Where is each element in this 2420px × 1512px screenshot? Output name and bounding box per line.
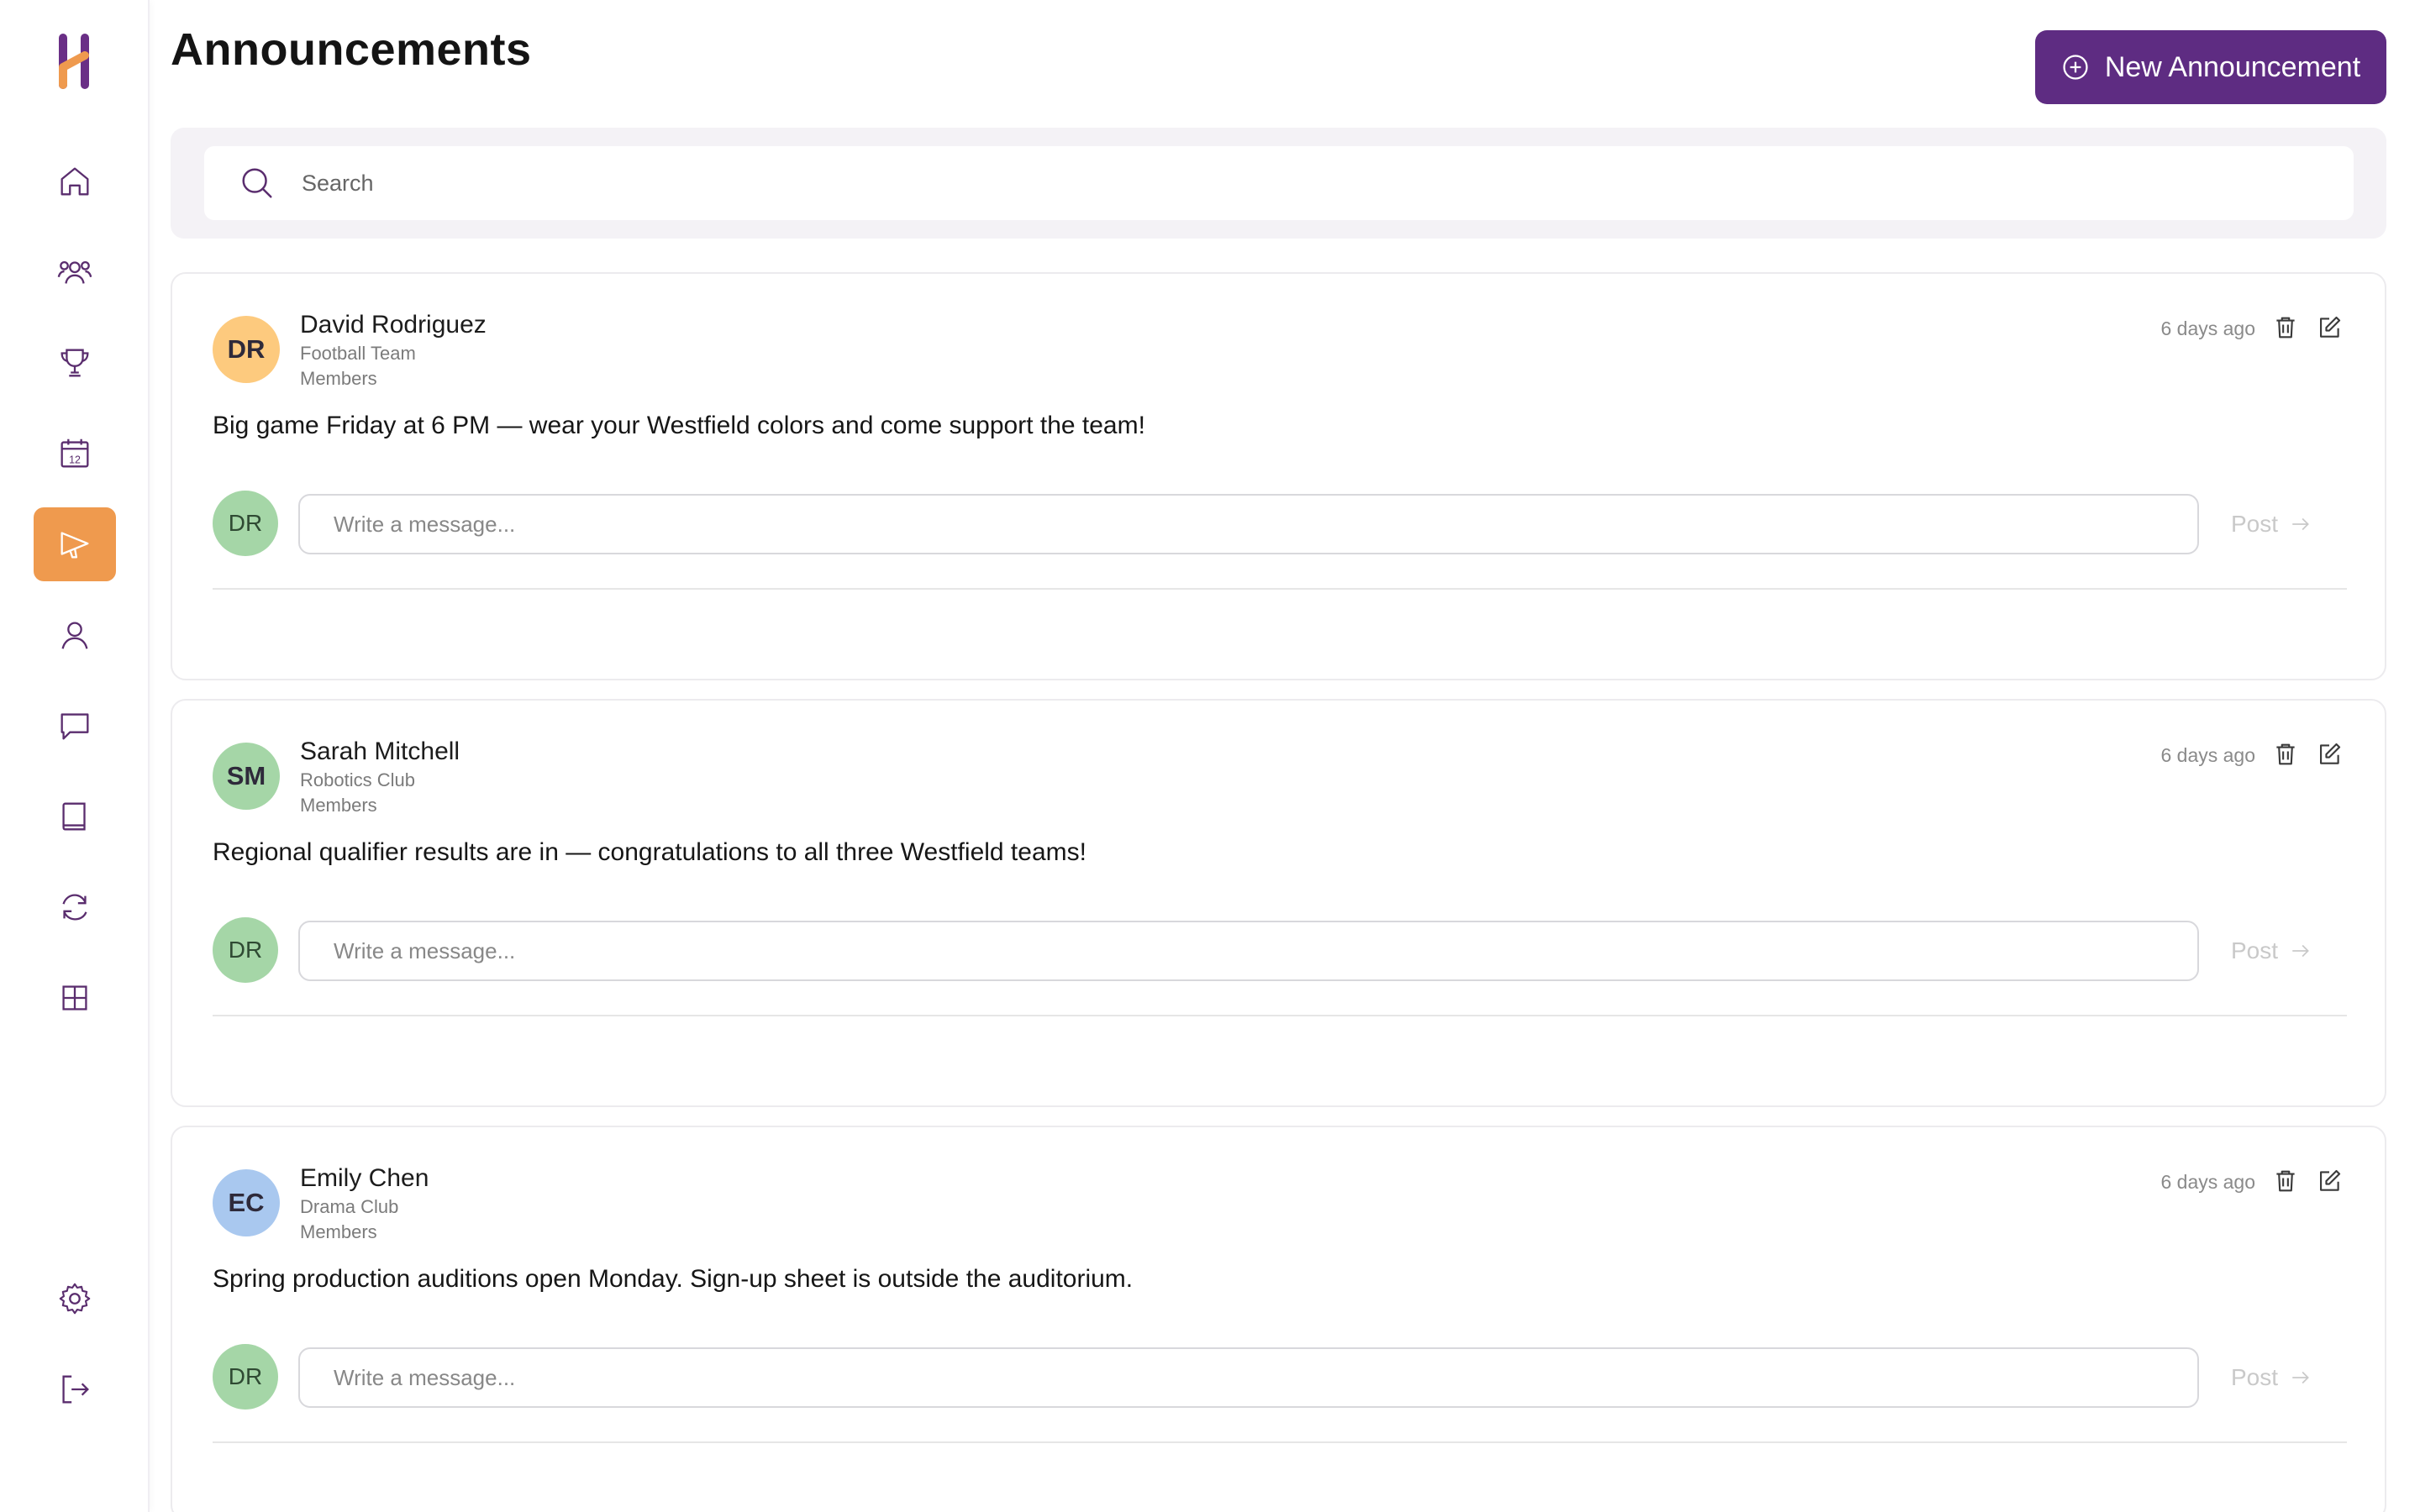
author-group: Robotics Club: [300, 769, 415, 790]
arrow-right-icon: [2292, 1371, 2309, 1384]
app-logo[interactable]: [54, 30, 96, 92]
gear-icon: [59, 1283, 91, 1315]
arrow-right-icon: [2292, 517, 2309, 531]
search-icon: [242, 168, 272, 198]
announcement-message: Regional qualifier results are in — cong…: [213, 838, 1086, 866]
search-box[interactable]: [204, 146, 2354, 220]
search-input[interactable]: [302, 170, 2150, 197]
trash-icon: [2276, 743, 2295, 765]
timestamp: 6 days ago: [2160, 1171, 2255, 1193]
plus-circle-icon: [2063, 55, 2088, 80]
book-icon: [62, 802, 86, 831]
author-name: Sarah Mitchell: [300, 738, 460, 765]
edit-icon: [2320, 316, 2341, 338]
new-announcement-label: New Announcement: [2104, 50, 2361, 83]
author-name: David Rodriguez: [300, 311, 487, 339]
sidebar-item-home[interactable]: [34, 144, 116, 218]
grid-icon: [62, 985, 87, 1011]
edit-button[interactable]: [2314, 312, 2344, 343]
trophy-icon: [60, 349, 89, 377]
new-announcement-button[interactable]: New Announcement: [2035, 30, 2386, 104]
search-panel: [171, 128, 2386, 239]
trash-icon: [2276, 317, 2295, 339]
delete-button[interactable]: [2270, 739, 2301, 769]
sidebar-item-settings[interactable]: [34, 1262, 116, 1336]
comment-input[interactable]: [298, 494, 2199, 554]
calendar-icon: 12: [60, 438, 89, 468]
commenter-avatar: DR: [213, 1344, 278, 1410]
author-role: Members: [300, 795, 377, 816]
sidebar-item-messages[interactable]: [34, 689, 116, 763]
arrow-right-icon: [2292, 944, 2309, 958]
author-avatar: EC: [213, 1169, 280, 1236]
sidebar: 12: [0, 0, 150, 1512]
sidebar-item-members[interactable]: [34, 235, 116, 309]
post-label: Post: [2231, 1364, 2279, 1390]
divider: [213, 588, 2347, 590]
sidebar-item-sync[interactable]: [34, 870, 116, 944]
announcement-card: SM Sarah Mitchell Robotics Club Members …: [171, 699, 2386, 1107]
post-button[interactable]: Post: [2231, 506, 2312, 543]
divider: [213, 1015, 2347, 1016]
edit-icon: [2320, 1169, 2341, 1191]
chat-icon: [60, 713, 89, 740]
author-name: Emily Chen: [300, 1164, 429, 1192]
user-icon: [61, 622, 88, 649]
post-button[interactable]: Post: [2231, 1359, 2312, 1396]
announcement-card: EC Emily Chen Drama Club Members 6 days …: [171, 1126, 2386, 1512]
commenter-avatar: DR: [213, 491, 278, 556]
post-label: Post: [2231, 937, 2279, 963]
trash-icon: [2276, 1170, 2295, 1192]
post-label: Post: [2231, 511, 2279, 537]
delete-button[interactable]: [2270, 1166, 2301, 1196]
author-role: Members: [300, 368, 377, 389]
sidebar-item-profile[interactable]: [34, 598, 116, 672]
comment-input[interactable]: [298, 921, 2199, 981]
author-avatar: SM: [213, 743, 280, 810]
divider: [213, 1441, 2347, 1443]
edit-button[interactable]: [2314, 739, 2344, 769]
sidebar-item-calendar[interactable]: 12: [34, 417, 116, 491]
refresh-icon: [62, 894, 87, 921]
logout-icon: [62, 1375, 89, 1404]
post-button[interactable]: Post: [2231, 932, 2312, 969]
sidebar-item-library[interactable]: [34, 780, 116, 853]
megaphone-icon: [60, 532, 89, 559]
calendar-badge: 12: [69, 454, 81, 466]
delete-button[interactable]: [2270, 312, 2301, 343]
logo-icon: [59, 34, 89, 89]
announcement-message: Spring production auditions open Monday.…: [213, 1265, 1134, 1293]
author-group: Football Team: [300, 343, 416, 364]
announcement-card: DR David Rodriguez Football Team Members…: [171, 272, 2386, 680]
edit-button[interactable]: [2314, 1166, 2344, 1196]
timestamp: 6 days ago: [2160, 318, 2255, 339]
sidebar-item-logout[interactable]: [34, 1352, 116, 1426]
author-role: Members: [300, 1221, 377, 1242]
commenter-avatar: DR: [213, 917, 278, 983]
sidebar-item-achievements[interactable]: [34, 326, 116, 400]
author-group: Drama Club: [300, 1196, 399, 1217]
author-avatar: DR: [213, 316, 280, 383]
edit-icon: [2320, 743, 2341, 764]
comment-input[interactable]: [298, 1347, 2199, 1408]
announcement-message: Big game Friday at 6 PM — wear your West…: [213, 412, 1145, 439]
sidebar-item-dashboard[interactable]: [34, 961, 116, 1035]
home-icon: [60, 167, 89, 196]
page-title: Announcements: [171, 24, 532, 75]
sidebar-item-announcements[interactable]: [34, 507, 116, 581]
timestamp: 6 days ago: [2160, 744, 2255, 766]
users-icon: [57, 260, 92, 284]
